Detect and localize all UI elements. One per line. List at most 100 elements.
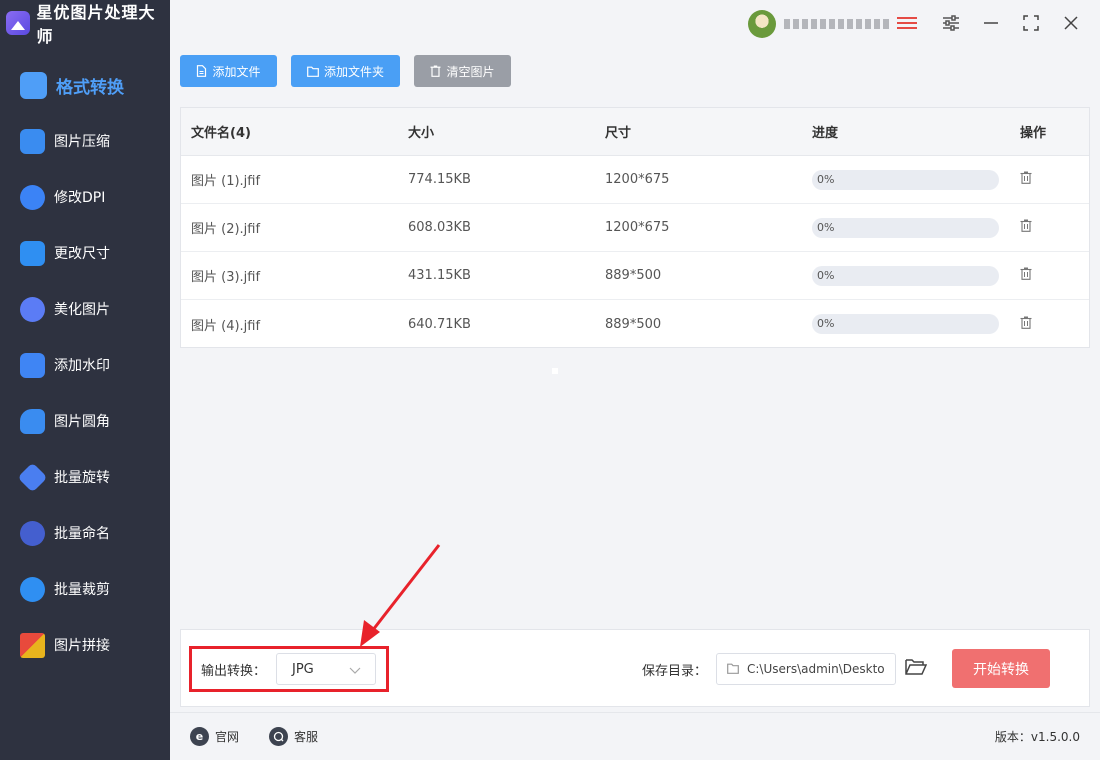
- start-convert-button[interactable]: 开始转换: [952, 649, 1050, 688]
- add-folder-button[interactable]: 添加文件夹: [291, 55, 400, 87]
- actions-cell: [1010, 219, 1032, 236]
- sliders-icon: [943, 15, 959, 31]
- folder-icon: [727, 663, 739, 678]
- save-directory-path: C:\Users\admin\Deskto: [747, 662, 885, 676]
- progress-text: 0%: [817, 220, 835, 234]
- website-label: 官网: [215, 730, 240, 744]
- beautify-icon: [20, 296, 45, 322]
- file-name-cell: 图片 (1).jfif: [191, 174, 261, 189]
- sidebar-item-crop[interactable]: 批量裁剪: [0, 561, 170, 617]
- sidebar-item-beautify[interactable]: 美化图片: [0, 281, 170, 337]
- file-size-cell: 774.15KB: [408, 172, 471, 187]
- delete-row-button[interactable]: [1020, 316, 1032, 329]
- image-convert-icon: [20, 71, 47, 99]
- sidebar-item-compress[interactable]: 图片压缩: [0, 113, 170, 169]
- progress-bar: 0%: [812, 314, 999, 334]
- sidebar-item-label: 图片圆角: [54, 414, 110, 430]
- file-size-cell: 640.71KB: [408, 316, 471, 332]
- close-icon: [1064, 16, 1078, 30]
- sidebar-item-rotate[interactable]: 批量旋转: [0, 449, 170, 505]
- support-icon: [269, 727, 288, 746]
- website-icon: e: [190, 727, 209, 746]
- sidebar-item-label: 批量命名: [54, 526, 110, 542]
- sidebar-item-label: 批量裁剪: [54, 582, 110, 598]
- app-title: 星优图片处理大师: [36, 3, 156, 46]
- settings-button[interactable]: [940, 12, 962, 34]
- sidebar-item-label: 美化图片: [54, 302, 110, 318]
- sidebar-item-rounded-corner[interactable]: 图片圆角: [0, 393, 170, 449]
- chevron-down-icon: [349, 667, 361, 674]
- website-link[interactable]: e 官网: [190, 727, 239, 746]
- sidebar-item-stitch[interactable]: 图片拼接: [0, 617, 170, 673]
- title-bar: [170, 0, 1100, 48]
- delete-row-button[interactable]: [1020, 267, 1032, 280]
- column-header-progress: 进度: [812, 126, 839, 141]
- progress-cell: 0%: [802, 217, 1010, 238]
- sidebar-item-label: 批量旋转: [54, 470, 110, 486]
- clear-images-button[interactable]: 清空图片: [414, 55, 511, 87]
- support-link[interactable]: 客服: [269, 727, 318, 746]
- trash-icon: [1020, 316, 1032, 329]
- column-header-dimensions: 尺寸: [605, 126, 632, 141]
- add-file-button[interactable]: 添加文件: [180, 55, 277, 87]
- delete-row-button[interactable]: [1020, 219, 1032, 232]
- file-size-cell: 608.03KB: [408, 220, 471, 235]
- table-row: 图片 (2).jfif 608.03KB 1200*675 0%: [181, 204, 1089, 252]
- user-account[interactable]: [748, 10, 892, 38]
- actions-cell: [1010, 267, 1032, 284]
- column-header-size: 大小: [408, 126, 435, 141]
- progress-bar: 0%: [812, 217, 999, 238]
- progress-text: 0%: [817, 268, 835, 282]
- sidebar-item-dpi[interactable]: 修改DPI: [0, 169, 170, 225]
- sidebar-item-rename[interactable]: 批量命名: [0, 505, 170, 561]
- watermark-icon: [20, 352, 45, 378]
- trash-icon: [1020, 267, 1032, 280]
- sidebar-item-label: 图片压缩: [54, 134, 110, 150]
- file-dimensions-cell: 1200*675: [605, 172, 670, 187]
- app-logo-icon: [6, 11, 30, 35]
- output-format-select[interactable]: JPG: [276, 653, 376, 685]
- resize-icon: [20, 240, 45, 266]
- file-name-cell: 图片 (4).jfif: [191, 318, 261, 334]
- sidebar-item-label: 修改DPI: [54, 190, 106, 206]
- sidebar-item-watermark[interactable]: 添加水印: [0, 337, 170, 393]
- maximize-button[interactable]: [1020, 12, 1042, 34]
- sidebar-item-label: 更改尺寸: [54, 246, 110, 262]
- output-format-value: JPG: [292, 662, 314, 677]
- app-brand: 星优图片处理大师: [6, 3, 170, 46]
- sidebar-nav: 格式转换 图片压缩 修改DPI 更改尺寸 美化图片 添加水印 图片圆角 批量旋转…: [0, 57, 170, 673]
- avatar: [748, 10, 776, 38]
- actions-cell: [1010, 171, 1032, 188]
- progress-text: 0%: [817, 172, 835, 186]
- delete-row-button[interactable]: [1020, 171, 1032, 184]
- clear-images-label: 清空图片: [446, 64, 495, 79]
- rotate-icon: [17, 461, 48, 493]
- user-name-blurred: [784, 19, 892, 29]
- progress-cell: 0%: [802, 169, 1010, 190]
- sidebar-item-format-convert[interactable]: 格式转换: [0, 57, 170, 113]
- browse-folder-button[interactable]: [905, 658, 928, 680]
- sidebar-item-resize[interactable]: 更改尺寸: [0, 225, 170, 281]
- dpi-icon: [20, 184, 45, 210]
- rename-icon: [20, 520, 45, 546]
- column-header-actions: 操作: [1020, 126, 1047, 141]
- file-dimensions-cell: 889*500: [605, 316, 662, 332]
- menu-button[interactable]: [896, 12, 918, 34]
- sidebar-item-label: 格式转换: [56, 77, 124, 98]
- footer: e 官网 客服 版本：v1.5.0.0: [170, 712, 1100, 760]
- table-row: 图片 (3).jfif 431.15KB 889*500 0%: [181, 252, 1089, 300]
- trash-icon: [1020, 171, 1032, 184]
- add-file-label: 添加文件: [212, 64, 261, 79]
- menu-icon: [897, 17, 917, 19]
- file-name-cell: 图片 (3).jfif: [191, 270, 261, 285]
- close-button[interactable]: [1060, 12, 1082, 34]
- progress-cell: 0%: [802, 265, 1010, 286]
- progress-cell: 0%: [802, 314, 1010, 334]
- save-directory-label: 保存目录：: [642, 664, 708, 679]
- progress-text: 0%: [817, 317, 835, 330]
- maximize-icon: [1023, 15, 1039, 31]
- compress-icon: [20, 128, 45, 154]
- table-row: 图片 (1).jfif 774.15KB 1200*675 0%: [181, 156, 1089, 204]
- minimize-button[interactable]: [980, 12, 1002, 34]
- save-directory-input[interactable]: C:\Users\admin\Deskto: [716, 653, 896, 685]
